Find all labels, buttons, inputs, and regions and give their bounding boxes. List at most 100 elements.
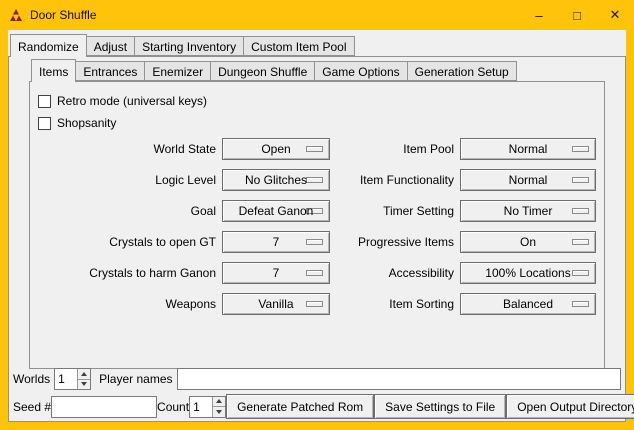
maximize-button[interactable]: □ [558, 0, 596, 30]
accessibility-label: Accessibility [336, 266, 454, 280]
player-names-label: Player names [99, 372, 172, 386]
progressive-items-dropdown[interactable]: On [460, 231, 596, 253]
progressive-items-value: On [520, 235, 536, 249]
tab-custom-item-pool[interactable]: Custom Item Pool [243, 36, 354, 56]
worlds-label: Worlds [13, 372, 50, 386]
dropdown-indicator-icon [306, 270, 323, 276]
item-pool-label: Item Pool [336, 142, 454, 156]
shopsanity-checkbox-row[interactable]: Shopsanity [38, 112, 604, 134]
shopsanity-checkbox[interactable] [38, 117, 51, 130]
item-pool-dropdown[interactable]: Normal [460, 138, 596, 160]
sub-notebook: Items Entrances Enemizer Dungeon Shuffle… [29, 60, 605, 369]
tab-generation-setup[interactable]: Generation Setup [407, 61, 517, 81]
item-pool-value: Normal [509, 142, 548, 156]
retro-mode-checkbox-row[interactable]: Retro mode (universal keys) [38, 90, 604, 112]
world-state-value: Open [261, 142, 290, 156]
logic-level-label: Logic Level [38, 173, 216, 187]
main-tab-bar: Randomize Adjust Starting Inventory Cust… [10, 34, 626, 56]
progressive-items-label: Progressive Items [336, 235, 454, 249]
seed-label: Seed # [13, 400, 51, 414]
crystals-ganon-label: Crystals to harm Ganon [38, 266, 216, 280]
dropdown-indicator-icon [306, 239, 323, 245]
tab-starting-inventory[interactable]: Starting Inventory [134, 36, 244, 56]
count-spin-down-button[interactable] [213, 406, 225, 417]
shopsanity-label: Shopsanity [57, 116, 116, 130]
window-title: Door Shuffle [30, 8, 97, 22]
goal-dropdown[interactable]: Defeat Ganon [222, 200, 330, 222]
item-sorting-dropdown[interactable]: Balanced [460, 293, 596, 315]
dropdown-indicator-icon [572, 270, 589, 276]
retro-mode-label: Retro mode (universal keys) [57, 94, 207, 108]
window-controls: – □ ✕ [520, 0, 634, 30]
bottom-controls: Worlds Player names Seed # [13, 368, 621, 419]
worlds-spinbox[interactable] [54, 368, 91, 390]
close-button[interactable]: ✕ [596, 0, 634, 30]
dropdown-indicator-icon [572, 239, 589, 245]
item-functionality-dropdown[interactable]: Normal [460, 169, 596, 191]
tab-adjust[interactable]: Adjust [86, 36, 135, 56]
weapons-label: Weapons [38, 297, 216, 311]
worlds-input[interactable] [55, 369, 77, 389]
count-spin-up-button[interactable] [213, 397, 225, 407]
tab-dungeon-shuffle[interactable]: Dungeon Shuffle [210, 61, 315, 81]
open-output-directory-button[interactable]: Open Output Directory [506, 394, 634, 419]
tab-randomize[interactable]: Randomize [10, 34, 87, 57]
goal-label: Goal [38, 204, 216, 218]
dropdown-indicator-icon [306, 177, 323, 183]
up-arrow-icon [216, 399, 222, 403]
worlds-spin-up-button[interactable] [78, 369, 90, 379]
world-state-label: World State [38, 142, 216, 156]
tab-game-options[interactable]: Game Options [314, 61, 407, 81]
tab-items[interactable]: Items [31, 59, 76, 82]
dropdown-indicator-icon [572, 146, 589, 152]
accessibility-value: 100% Locations [485, 266, 570, 280]
dropdown-indicator-icon [572, 208, 589, 214]
minimize-button[interactable]: – [520, 0, 558, 30]
goal-value: Defeat Ganon [239, 204, 314, 218]
logic-level-value: No Glitches [245, 173, 307, 187]
app-icon [8, 7, 24, 23]
options-form: World State Open Item Pool Normal Logic … [38, 138, 604, 315]
crystals-gt-label: Crystals to open GT [38, 235, 216, 249]
sub-tab-bar: Items Entrances Enemizer Dungeon Shuffle… [31, 60, 605, 81]
tab-enemizer[interactable]: Enemizer [144, 61, 211, 81]
count-spinbox[interactable] [189, 396, 226, 418]
dropdown-indicator-icon [306, 301, 323, 307]
dropdown-indicator-icon [572, 301, 589, 307]
logic-level-dropdown[interactable]: No Glitches [222, 169, 330, 191]
item-functionality-label: Item Functionality [336, 173, 454, 187]
save-settings-button[interactable]: Save Settings to File [374, 394, 506, 419]
titlebar: Door Shuffle – □ ✕ [0, 0, 634, 30]
weapons-value: Vanilla [258, 297, 293, 311]
crystals-gt-dropdown[interactable]: 7 [222, 231, 330, 253]
crystals-ganon-dropdown[interactable]: 7 [222, 262, 330, 284]
count-input[interactable] [190, 397, 212, 417]
client-area: Randomize Adjust Starting Inventory Cust… [8, 30, 626, 422]
crystals-ganon-value: 7 [273, 266, 280, 280]
player-names-input[interactable] [177, 368, 622, 390]
generate-patched-rom-button[interactable]: Generate Patched Rom [226, 394, 374, 419]
dropdown-indicator-icon [306, 146, 323, 152]
world-state-dropdown[interactable]: Open [222, 138, 330, 160]
item-functionality-value: Normal [509, 173, 548, 187]
items-pane: Retro mode (universal keys) Shopsanity W… [29, 81, 605, 369]
item-sorting-value: Balanced [503, 297, 553, 311]
worlds-spin-down-button[interactable] [78, 379, 90, 390]
count-label: Count [157, 400, 189, 414]
up-arrow-icon [81, 372, 87, 376]
randomize-pane: Items Entrances Enemizer Dungeon Shuffle… [8, 56, 626, 422]
accessibility-dropdown[interactable]: 100% Locations [460, 262, 596, 284]
down-arrow-icon [216, 410, 222, 414]
seed-input[interactable] [51, 396, 157, 418]
app-window: Door Shuffle – □ ✕ Randomize Adjust Star… [0, 0, 634, 430]
down-arrow-icon [81, 382, 87, 386]
timer-setting-label: Timer Setting [336, 204, 454, 218]
retro-mode-checkbox[interactable] [38, 95, 51, 108]
timer-setting-value: No Timer [504, 204, 553, 218]
weapons-dropdown[interactable]: Vanilla [222, 293, 330, 315]
tab-entrances[interactable]: Entrances [75, 61, 145, 81]
dropdown-indicator-icon [572, 177, 589, 183]
timer-setting-dropdown[interactable]: No Timer [460, 200, 596, 222]
item-sorting-label: Item Sorting [336, 297, 454, 311]
crystals-gt-value: 7 [273, 235, 280, 249]
